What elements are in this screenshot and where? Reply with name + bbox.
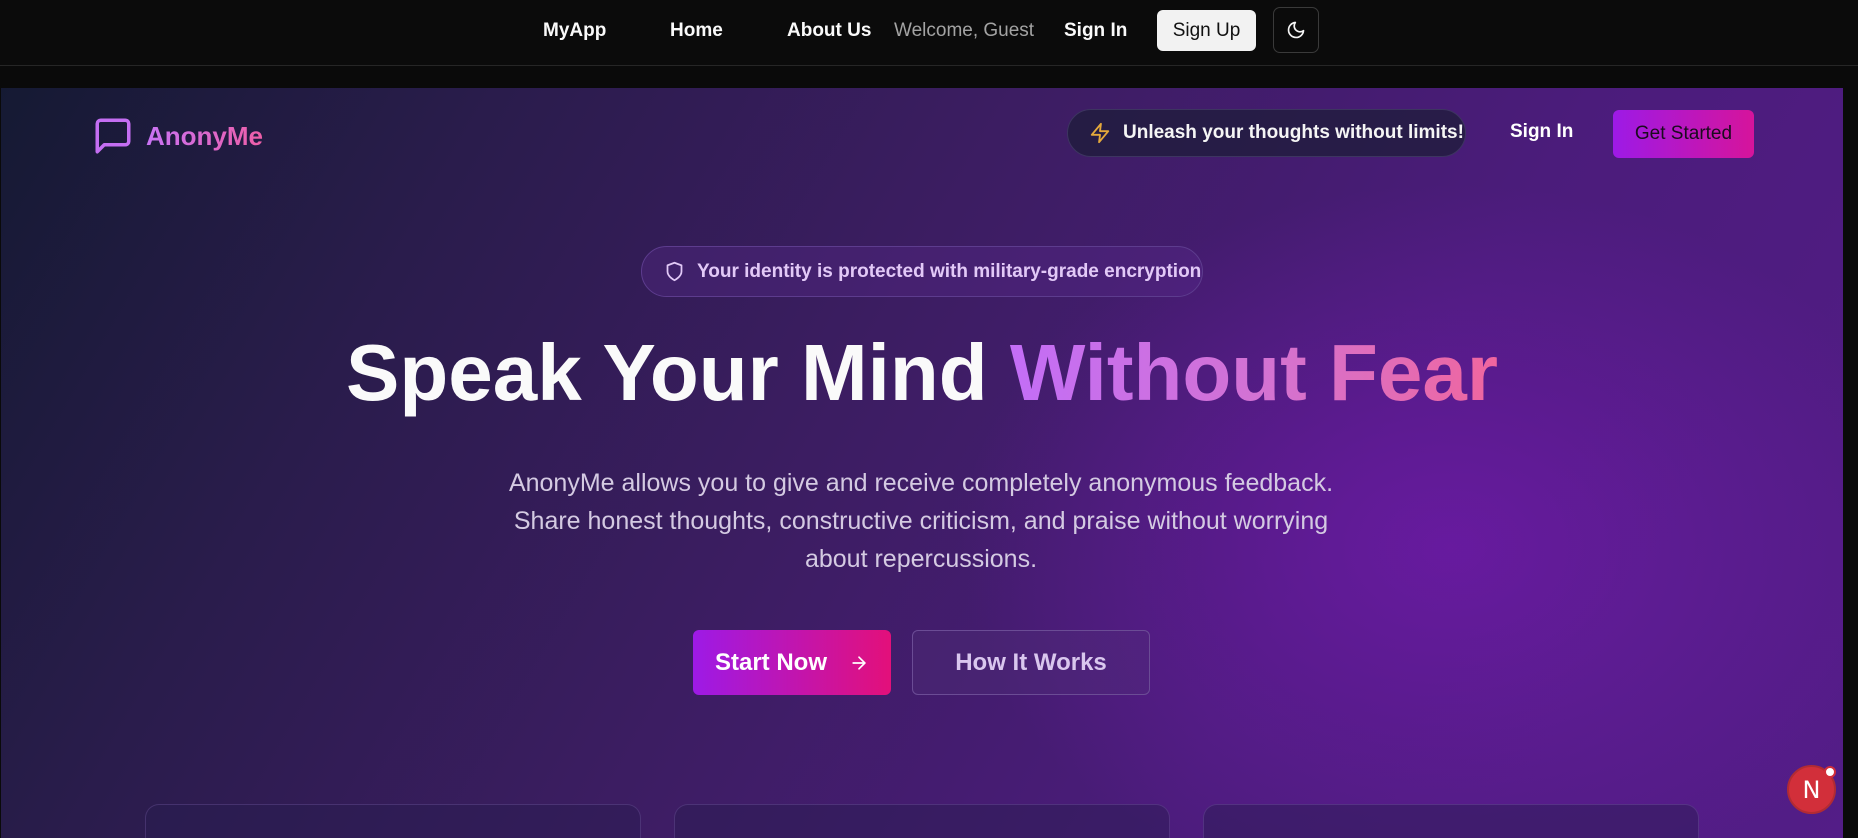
- logo-text: AnonyMe: [146, 120, 263, 151]
- welcome-text: Welcome, Guest: [894, 20, 1035, 41]
- feature-card: [1203, 804, 1699, 838]
- subtitle-line: about repercussions.: [804, 545, 1038, 573]
- nav-home[interactable]: Home: [670, 18, 723, 44]
- security-badge: Your identity is protected with military…: [641, 246, 1203, 297]
- anonyme-logo[interactable]: AnonyMe: [92, 115, 263, 157]
- start-now-button[interactable]: Start Now: [693, 630, 891, 695]
- top-navbar: MyApp Home About Us Welcome, Guest Sign …: [0, 0, 1858, 66]
- shield-icon: [666, 261, 683, 282]
- headline-plain: Speak Your Mind: [346, 328, 1010, 417]
- message-square-icon: [95, 118, 131, 154]
- arrow-right-icon: [852, 655, 866, 670]
- security-badge-text: Your identity is protected with military…: [697, 260, 1202, 282]
- sign-up-button[interactable]: Sign Up: [1157, 10, 1256, 51]
- tagline-text: Unleash your thoughts without limits!: [1123, 122, 1464, 143]
- theme-toggle-button[interactable]: [1273, 7, 1319, 53]
- page-gutter: [1843, 88, 1858, 838]
- hero-section: AnonyMe Unleash your thoughts without li…: [1, 88, 1843, 838]
- start-now-label: Start Now: [714, 648, 827, 676]
- nav-sign-in[interactable]: Sign In: [1064, 18, 1127, 44]
- feature-card: [674, 804, 1170, 838]
- headline-accent: Without Fear: [1009, 328, 1498, 417]
- get-started-button[interactable]: Get Started: [1613, 110, 1754, 158]
- brand-link[interactable]: MyApp: [543, 18, 606, 44]
- hero-headline: Speak Your Mind Without Fear: [1, 323, 1843, 423]
- tagline-badge: Unleash your thoughts without limits!: [1067, 109, 1466, 157]
- how-it-works-button[interactable]: How It Works: [912, 630, 1150, 695]
- lightning-bolt-icon: [1090, 122, 1110, 144]
- nav-about-us[interactable]: About Us: [787, 18, 871, 44]
- hero-sign-in-link[interactable]: Sign In: [1510, 121, 1573, 143]
- hero-subtitle: AnonyMe allows you to give and receive c…: [461, 464, 1381, 578]
- moon-icon: [1287, 21, 1305, 39]
- notification-dot: [1824, 766, 1836, 778]
- subtitle-line: Share honest thoughts, constructive crit…: [513, 507, 1329, 535]
- feature-card: [145, 804, 641, 838]
- subtitle-line: AnonyMe allows you to give and receive c…: [508, 469, 1334, 497]
